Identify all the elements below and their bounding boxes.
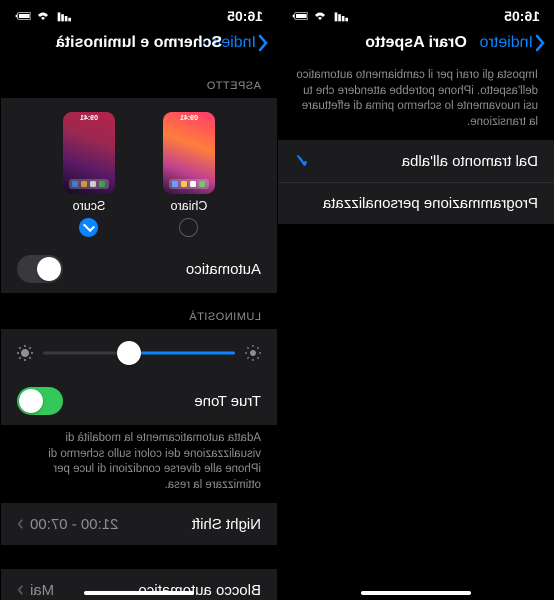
nightshift-row[interactable]: Night Shift 21:00 - 07:00	[1, 503, 277, 545]
truetone-description: Adatta automaticamente la modalità di vi…	[1, 425, 277, 503]
appearance-option-light[interactable]: 09:41 Chiaro	[163, 112, 215, 237]
brightness-slider[interactable]	[43, 341, 235, 365]
back-button[interactable]: Indietro	[480, 34, 546, 52]
status-icons	[15, 10, 71, 22]
dark-mock: 09:41	[63, 112, 115, 194]
chevron-right-icon	[17, 584, 24, 596]
option-sunset-sunrise[interactable]: Dal tramonto all'alba ✓	[278, 140, 554, 182]
checkmark-icon: ✓	[294, 151, 309, 172]
status-icons	[292, 10, 348, 22]
status-time: 16:05	[504, 8, 540, 24]
light-mock: 09:41	[163, 112, 215, 194]
appearance-picker: 09:41 Chiaro 09:41 Scuro	[1, 98, 277, 245]
autolock-row[interactable]: Blocco automatico Mai	[1, 569, 277, 600]
sun-small-icon	[245, 345, 261, 361]
truetone-row: True Tone	[1, 377, 277, 425]
automatic-row: Automatico	[1, 245, 277, 293]
brightness-row	[1, 329, 277, 377]
automatic-toggle[interactable]	[17, 255, 63, 283]
chevron-right-icon	[17, 518, 24, 530]
section-header-luminosita: LUMINOSITÀ	[1, 293, 277, 329]
home-indicator[interactable]	[84, 591, 194, 595]
back-button[interactable]: Indietro	[203, 34, 269, 52]
section-description: Imposta gli orari per il cambiamento aut…	[278, 62, 554, 140]
option-custom-schedule[interactable]: Programmazione personalizzata	[278, 182, 554, 224]
appearance-option-dark[interactable]: 09:41 Scuro	[63, 112, 115, 237]
truetone-toggle[interactable]	[17, 387, 63, 415]
sun-large-icon	[17, 345, 33, 361]
section-header-aspetto: ASPETTO	[1, 62, 277, 98]
radio-dark[interactable]	[80, 218, 99, 237]
status-time: 16:05	[227, 8, 263, 24]
radio-light[interactable]	[180, 218, 199, 237]
home-indicator[interactable]	[361, 591, 471, 595]
